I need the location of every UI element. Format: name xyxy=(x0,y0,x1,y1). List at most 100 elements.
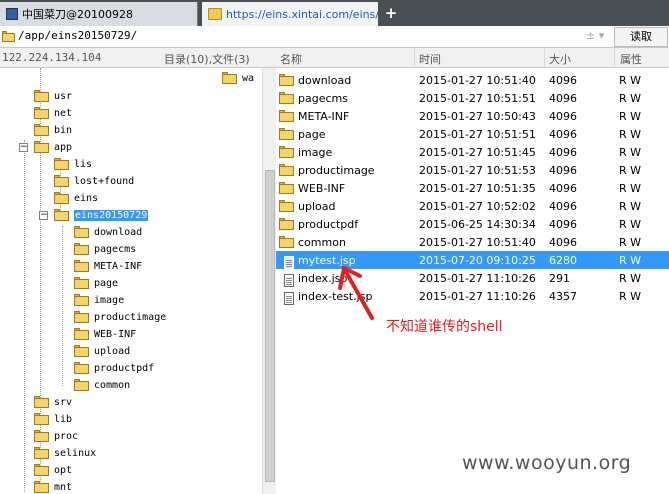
tree-item[interactable]: image xyxy=(74,292,124,308)
file-name: upload xyxy=(298,200,336,213)
tree-item[interactable]: lis xyxy=(54,156,92,172)
file-row[interactable]: common 2015-01-27 10:51:40 4096 R W xyxy=(276,233,669,251)
new-tab-button[interactable]: + xyxy=(383,3,399,23)
tree-item-label: opt xyxy=(54,464,73,476)
directory-tree[interactable]: wa usr net bin app lis lost+found eins eins2015… xyxy=(0,68,262,494)
collapse-toggle[interactable]: − xyxy=(19,143,28,152)
tree-item[interactable]: upload xyxy=(74,343,130,359)
tree-item-label: selinux xyxy=(54,447,97,459)
file-size: 4096 xyxy=(549,218,577,231)
tree-item[interactable]: lost+found xyxy=(54,173,134,189)
folder-icon xyxy=(54,209,69,221)
file-attr: R W xyxy=(619,236,642,249)
file-row[interactable]: image 2015-01-27 10:51:45 4096 R W xyxy=(276,143,669,161)
tree-item[interactable]: app xyxy=(34,139,72,155)
folder-icon xyxy=(34,481,49,493)
tab-url[interactable]: https://eins.xintai.com/eins/u... xyxy=(202,2,378,26)
file-row[interactable]: upload 2015-01-27 10:52:02 4096 R W xyxy=(276,197,669,215)
tree-item-truncated[interactable]: wa xyxy=(222,70,254,86)
file-row[interactable]: WEB-INF 2015-01-27 10:51:35 4096 R W xyxy=(276,179,669,197)
tree-item-label: WEB-INF xyxy=(94,328,137,340)
folder-icon xyxy=(279,218,294,230)
tree-item[interactable]: mnt xyxy=(34,479,72,494)
folder-icon xyxy=(222,72,237,84)
folder-icon xyxy=(279,110,294,122)
file-row[interactable]: pagecms 2015-01-27 10:51:51 4096 R W xyxy=(276,89,669,107)
file-attr: R W xyxy=(619,182,642,195)
path-history-dropdown[interactable]: ± ▾ xyxy=(586,29,604,42)
tree-item-label: net xyxy=(54,107,73,119)
tree-item[interactable]: common xyxy=(74,377,130,393)
tab-caidao[interactable]: 中国菜刀@20100928 xyxy=(0,2,198,26)
folder-icon xyxy=(74,311,89,323)
tree-item[interactable]: proc xyxy=(34,428,78,444)
tree-item[interactable]: download xyxy=(74,224,142,240)
file-size: 291 xyxy=(549,272,570,285)
file-time: 2015-01-27 10:51:53 xyxy=(419,164,536,177)
file-size: 4096 xyxy=(549,74,577,87)
tree-item[interactable]: srv xyxy=(34,394,72,410)
folder-icon xyxy=(74,243,89,255)
tree-item[interactable]: usr xyxy=(34,88,72,104)
file-row[interactable]: META-INF 2015-01-27 10:50:43 4096 R W xyxy=(276,107,669,125)
column-name[interactable]: 名称 xyxy=(280,51,302,67)
file-row[interactable]: page 2015-01-27 10:51:51 4096 R W xyxy=(276,125,669,143)
app-icon xyxy=(6,8,18,20)
file-row[interactable]: productimage 2015-01-27 10:51:53 4096 R W xyxy=(276,161,669,179)
scrollbar-thumb[interactable] xyxy=(265,170,275,482)
folder-icon xyxy=(279,92,294,104)
read-button[interactable]: 读取 xyxy=(614,27,668,47)
file-row[interactable]: download 2015-01-27 10:51:40 4096 R W xyxy=(276,71,669,89)
file-name: productimage xyxy=(298,164,375,177)
tree-item-label: app xyxy=(54,141,73,153)
column-time[interactable]: 时间 xyxy=(419,51,441,67)
file-size: 4096 xyxy=(549,200,577,213)
tree-item[interactable]: bin xyxy=(34,122,72,138)
file-attr: R W xyxy=(619,74,642,87)
tree-item[interactable]: opt xyxy=(34,462,72,478)
tree-item[interactable]: net xyxy=(34,105,72,121)
tree-item[interactable]: WEB-INF xyxy=(74,326,136,342)
tree-item-label: META-INF xyxy=(94,260,143,272)
file-name: pagecms xyxy=(298,92,348,105)
tree-item-label: bin xyxy=(54,124,73,136)
file-name: page xyxy=(298,128,326,141)
tab-bar: 中国菜刀@20100928 https://eins.xintai.com/ei… xyxy=(0,0,669,26)
file-time: 2015-01-27 10:51:40 xyxy=(419,236,536,249)
tree-scrollbar[interactable] xyxy=(262,68,276,494)
file-row[interactable]: productpdf 2015-06-25 14:30:34 4096 R W xyxy=(276,215,669,233)
file-attr: R W xyxy=(619,128,642,141)
collapse-toggle[interactable]: − xyxy=(39,211,48,220)
tree-item[interactable]: eins xyxy=(54,190,98,206)
path-input[interactable]: /app/eins20150729/ xyxy=(18,29,137,42)
file-time: 2015-06-25 14:30:34 xyxy=(419,218,536,231)
tree-item[interactable]: selinux xyxy=(34,445,96,461)
tree-item[interactable]: page xyxy=(74,275,118,291)
tree-item[interactable]: pagecms xyxy=(74,241,136,257)
folder-icon xyxy=(279,146,294,158)
item-count: 目录(10),文件(3) xyxy=(164,53,250,66)
file-attr: R W xyxy=(619,146,642,159)
folder-icon xyxy=(74,226,89,238)
file-size: 6280 xyxy=(549,254,577,267)
tree-item-label: image xyxy=(94,294,125,306)
folder-icon xyxy=(208,8,222,20)
column-size[interactable]: 大小 xyxy=(549,51,571,67)
file-icon xyxy=(279,272,294,287)
tree-item[interactable]: lib xyxy=(34,411,72,427)
red-arrow-annotation xyxy=(338,266,374,320)
tree-item-label: download xyxy=(94,226,143,238)
tree-item[interactable]: META-INF xyxy=(74,258,142,274)
file-icon xyxy=(279,254,294,269)
tree-item[interactable]: eins20150729 xyxy=(54,207,149,223)
folder-icon xyxy=(34,90,49,102)
tree-item[interactable]: productpdf xyxy=(74,360,154,376)
file-time: 2015-01-27 10:51:51 xyxy=(419,128,536,141)
folder-icon xyxy=(54,158,69,170)
folder-icon xyxy=(74,379,89,391)
folder-icon xyxy=(74,345,89,357)
column-attr[interactable]: 属性 xyxy=(620,51,642,67)
tree-item[interactable]: productimage xyxy=(74,309,166,325)
folder-icon xyxy=(34,464,49,476)
tree-item-label: lost+found xyxy=(74,175,135,187)
